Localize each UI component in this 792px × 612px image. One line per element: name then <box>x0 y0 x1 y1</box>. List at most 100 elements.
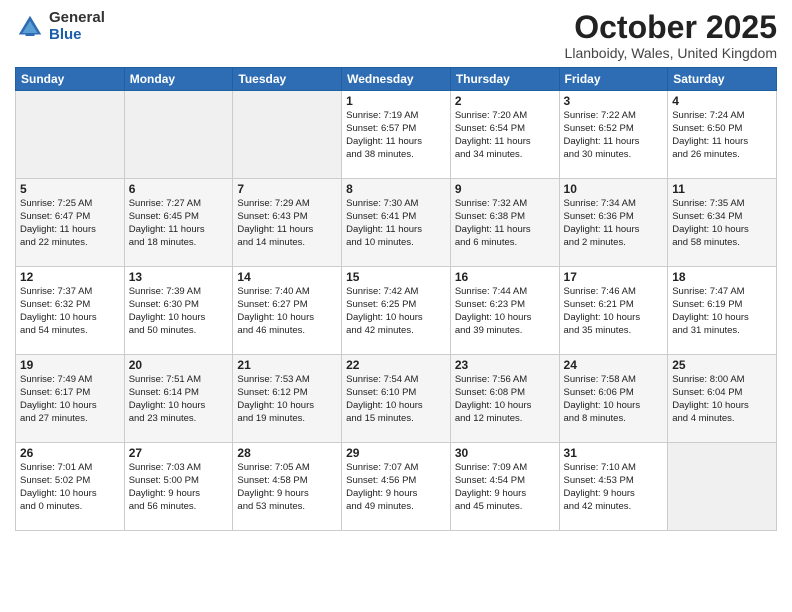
calendar-week-row: 26Sunrise: 7:01 AMSunset: 5:02 PMDayligh… <box>16 443 777 531</box>
day-number: 11 <box>672 182 772 196</box>
day-number: 15 <box>346 270 446 284</box>
day-number: 8 <box>346 182 446 196</box>
day-number: 9 <box>455 182 555 196</box>
day-number: 22 <box>346 358 446 372</box>
calendar-cell: 30 Sunrise: 7:09 AMSunset: 4:54 PMDayligh… <box>450 443 559 531</box>
cell-text: Sunrise: 7:42 AMSunset: 6:25 PMDaylight:… <box>346 286 446 337</box>
calendar-cell: 2Sunrise: 7:20 AMSunset: 6:54 PMDaylight… <box>450 91 559 179</box>
cell-text: Sunrise: 7:25 AMSunset: 6:47 PMDaylight:… <box>20 198 120 249</box>
cell-text: Sunrise: 7:58 AMSunset: 6:06 PMDaylight:… <box>564 374 664 425</box>
weekday-header-sunday: Sunday <box>16 68 125 91</box>
calendar-cell: 20 Sunrise: 7:51 AMSunset: 6:14 PMDayligh… <box>124 355 233 443</box>
weekday-header-saturday: Saturday <box>668 68 777 91</box>
page: General Blue October 2025 Llanboidy, Wal… <box>0 0 792 612</box>
cell-text: Sunrise: 7:44 AMSunset: 6:23 PMDaylight:… <box>455 286 555 337</box>
calendar-cell: 8Sunrise: 7:30 AMSunset: 6:41 PMDaylight… <box>342 179 451 267</box>
weekday-header-row: SundayMondayTuesdayWednesdayThursdayFrid… <box>16 68 777 91</box>
cell-text: Sunrise: 7:39 AMSunset: 6:30 PMDaylight:… <box>129 286 229 337</box>
logo-text: General Blue <box>49 10 105 43</box>
day-number: 23 <box>455 358 555 372</box>
calendar-cell: 15 Sunrise: 7:42 AMSunset: 6:25 PMDayligh… <box>342 267 451 355</box>
calendar-cell: 24 Sunrise: 7:58 AMSunset: 6:06 PMDayligh… <box>559 355 668 443</box>
calendar-cell: 31 Sunrise: 7:10 AMSunset: 4:53 PMDayligh… <box>559 443 668 531</box>
location: Llanboidy, Wales, United Kingdom <box>565 45 777 61</box>
day-number: 24 <box>564 358 664 372</box>
day-number: 29 <box>346 446 446 460</box>
day-number: 21 <box>237 358 337 372</box>
title-block: October 2025 Llanboidy, Wales, United Ki… <box>565 10 777 61</box>
weekday-header-friday: Friday <box>559 68 668 91</box>
day-number: 7 <box>237 182 337 196</box>
cell-text: Sunrise: 7:09 AMSunset: 4:54 PMDaylight:… <box>455 462 555 513</box>
cell-text: Sunrise: 7:27 AMSunset: 6:45 PMDaylight:… <box>129 198 229 249</box>
day-number: 28 <box>237 446 337 460</box>
calendar-cell: 22Sunrise: 7:54 AMSunset: 6:10 PMDayligh… <box>342 355 451 443</box>
calendar-cell: 19Sunrise: 7:49 AMSunset: 6:17 PMDayligh… <box>16 355 125 443</box>
day-number: 1 <box>346 94 446 108</box>
calendar: SundayMondayTuesdayWednesdayThursdayFrid… <box>15 67 777 531</box>
calendar-week-row: 12Sunrise: 7:37 AMSunset: 6:32 PMDayligh… <box>16 267 777 355</box>
calendar-cell: 5 Sunrise: 7:25 AMSunset: 6:47 PMDaylight… <box>16 179 125 267</box>
day-number: 4 <box>672 94 772 108</box>
calendar-cell: 27Sunrise: 7:03 AMSunset: 5:00 PMDayligh… <box>124 443 233 531</box>
cell-text: Sunrise: 7:03 AMSunset: 5:00 PMDaylight:… <box>129 462 229 513</box>
day-number: 10 <box>564 182 664 196</box>
calendar-cell: 10 Sunrise: 7:34 AMSunset: 6:36 PMDayligh… <box>559 179 668 267</box>
calendar-cell: 11 Sunrise: 7:35 AMSunset: 6:34 PMDayligh… <box>668 179 777 267</box>
calendar-week-row: 5 Sunrise: 7:25 AMSunset: 6:47 PMDaylight… <box>16 179 777 267</box>
cell-text: Sunrise: 7:47 AMSunset: 6:19 PMDaylight:… <box>672 286 772 337</box>
calendar-cell <box>124 91 233 179</box>
day-number: 5 <box>20 182 120 196</box>
day-number: 16 <box>455 270 555 284</box>
calendar-cell: 16 Sunrise: 7:44 AMSunset: 6:23 PMDayligh… <box>450 267 559 355</box>
weekday-header-monday: Monday <box>124 68 233 91</box>
cell-text: Sunrise: 7:22 AMSunset: 6:52 PMDaylight:… <box>564 110 664 161</box>
logo: General Blue <box>15 10 105 43</box>
cell-text: Sunrise: 7:49 AMSunset: 6:17 PMDaylight:… <box>20 374 120 425</box>
calendar-cell: 28 Sunrise: 7:05 AMSunset: 4:58 PMDayligh… <box>233 443 342 531</box>
calendar-cell: 18 Sunrise: 7:47 AMSunset: 6:19 PMDayligh… <box>668 267 777 355</box>
calendar-cell <box>668 443 777 531</box>
cell-text: Sunrise: 7:51 AMSunset: 6:14 PMDaylight:… <box>129 374 229 425</box>
calendar-cell: 9 Sunrise: 7:32 AMSunset: 6:38 PMDaylight… <box>450 179 559 267</box>
calendar-cell: 14Sunrise: 7:40 AMSunset: 6:27 PMDayligh… <box>233 267 342 355</box>
cell-text: Sunrise: 7:24 AMSunset: 6:50 PMDaylight:… <box>672 110 772 161</box>
logo-icon <box>15 12 45 42</box>
cell-text: Sunrise: 8:00 AMSunset: 6:04 PMDaylight:… <box>672 374 772 425</box>
weekday-header-tuesday: Tuesday <box>233 68 342 91</box>
cell-text: Sunrise: 7:32 AMSunset: 6:38 PMDaylight:… <box>455 198 555 249</box>
calendar-cell: 26Sunrise: 7:01 AMSunset: 5:02 PMDayligh… <box>16 443 125 531</box>
cell-text: Sunrise: 7:34 AMSunset: 6:36 PMDaylight:… <box>564 198 664 249</box>
cell-text: Sunrise: 7:05 AMSunset: 4:58 PMDaylight:… <box>237 462 337 513</box>
cell-text: Sunrise: 7:56 AMSunset: 6:08 PMDaylight:… <box>455 374 555 425</box>
day-number: 20 <box>129 358 229 372</box>
cell-text: Sunrise: 7:35 AMSunset: 6:34 PMDaylight:… <box>672 198 772 249</box>
weekday-header-thursday: Thursday <box>450 68 559 91</box>
day-number: 6 <box>129 182 229 196</box>
calendar-cell: 21 Sunrise: 7:53 AMSunset: 6:12 PMDayligh… <box>233 355 342 443</box>
calendar-cell: 23 Sunrise: 7:56 AMSunset: 6:08 PMDayligh… <box>450 355 559 443</box>
calendar-cell: 1Sunrise: 7:19 AMSunset: 6:57 PMDaylight… <box>342 91 451 179</box>
calendar-cell <box>233 91 342 179</box>
calendar-cell: 4 Sunrise: 7:24 AMSunset: 6:50 PMDaylight… <box>668 91 777 179</box>
day-number: 25 <box>672 358 772 372</box>
day-number: 17 <box>564 270 664 284</box>
day-number: 3 <box>564 94 664 108</box>
calendar-cell: 3 Sunrise: 7:22 AMSunset: 6:52 PMDaylight… <box>559 91 668 179</box>
day-number: 13 <box>129 270 229 284</box>
day-number: 30 <box>455 446 555 460</box>
month-title: October 2025 <box>565 10 777 45</box>
cell-text: Sunrise: 7:40 AMSunset: 6:27 PMDaylight:… <box>237 286 337 337</box>
day-number: 18 <box>672 270 772 284</box>
calendar-week-row: 19Sunrise: 7:49 AMSunset: 6:17 PMDayligh… <box>16 355 777 443</box>
cell-text: Sunrise: 7:53 AMSunset: 6:12 PMDaylight:… <box>237 374 337 425</box>
cell-text: Sunrise: 7:01 AMSunset: 5:02 PMDaylight:… <box>20 462 120 513</box>
cell-text: Sunrise: 7:10 AMSunset: 4:53 PMDaylight:… <box>564 462 664 513</box>
logo-general: General <box>49 10 105 27</box>
day-number: 12 <box>20 270 120 284</box>
header: General Blue October 2025 Llanboidy, Wal… <box>15 10 777 61</box>
day-number: 31 <box>564 446 664 460</box>
cell-text: Sunrise: 7:29 AMSunset: 6:43 PMDaylight:… <box>237 198 337 249</box>
calendar-cell: 25 Sunrise: 8:00 AMSunset: 6:04 PMDayligh… <box>668 355 777 443</box>
cell-text: Sunrise: 7:46 AMSunset: 6:21 PMDaylight:… <box>564 286 664 337</box>
